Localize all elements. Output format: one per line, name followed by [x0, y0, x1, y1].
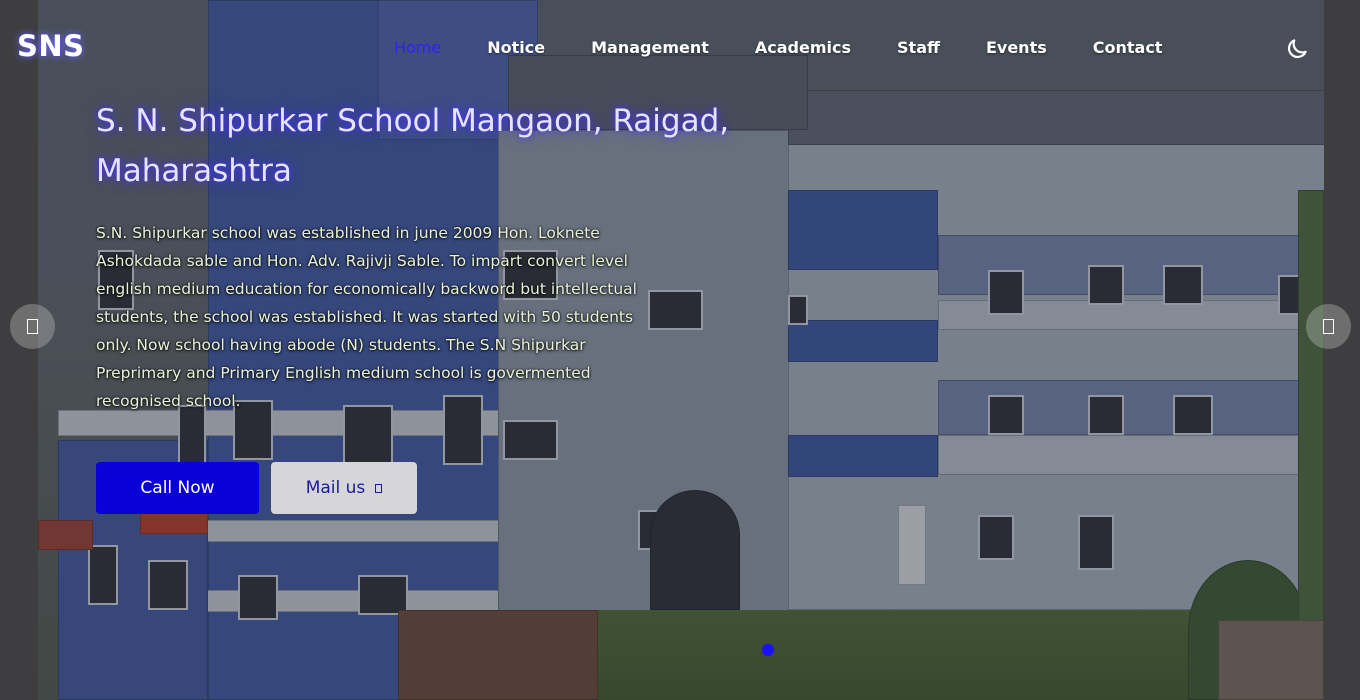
- mail-us-button[interactable]: Mail us: [271, 462, 417, 514]
- navbar: SNS Home Notice Management Academics Sta…: [0, 0, 1360, 96]
- carousel-indicator-1[interactable]: [762, 644, 774, 656]
- brand-logo[interactable]: SNS: [17, 29, 85, 63]
- nav-item-academics[interactable]: Academics: [755, 38, 851, 57]
- mail-us-label: Mail us: [305, 478, 366, 498]
- theme-toggle-button[interactable]: [1284, 36, 1310, 62]
- nav-item-events[interactable]: Events: [986, 38, 1047, 57]
- carousel-indicators: [762, 644, 774, 656]
- chevron-right-icon: [1323, 319, 1334, 334]
- nav-item-notice[interactable]: Notice: [487, 38, 545, 57]
- call-now-button[interactable]: Call Now: [96, 462, 259, 514]
- page: SNS Home Notice Management Academics Sta…: [0, 0, 1360, 700]
- hero-description: S.N. Shipurkar school was established in…: [96, 224, 637, 410]
- mail-icon: [375, 483, 383, 493]
- nav-item-contact[interactable]: Contact: [1093, 38, 1163, 57]
- carousel-prev-button[interactable]: [10, 304, 55, 349]
- hero-title: S. N. Shipurkar School Mangaon, Raigad, …: [96, 103, 730, 189]
- call-now-label: Call Now: [140, 478, 215, 498]
- moon-icon: [1287, 39, 1307, 59]
- nav-links: Home Notice Management Academics Staff E…: [394, 38, 1208, 57]
- carousel-next-button[interactable]: [1306, 304, 1351, 349]
- chevron-left-icon: [27, 319, 38, 334]
- nav-item-staff[interactable]: Staff: [897, 38, 940, 57]
- nav-item-management[interactable]: Management: [591, 38, 709, 57]
- nav-item-home[interactable]: Home: [394, 38, 441, 57]
